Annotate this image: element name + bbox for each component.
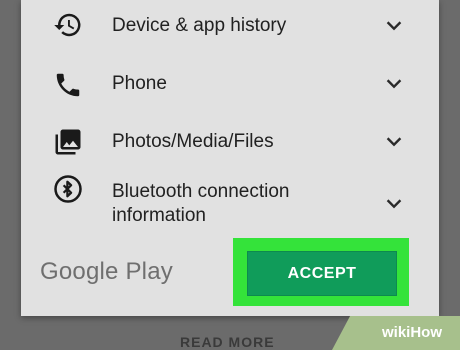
- history-icon: [53, 10, 83, 40]
- accept-button[interactable]: ACCEPT: [247, 251, 397, 296]
- permission-label: Phone: [112, 73, 167, 94]
- photos-icon: [53, 127, 83, 157]
- phone-icon: [53, 70, 83, 100]
- permission-label: Bluetooth connection information: [112, 181, 290, 226]
- bluetooth-icon: [53, 174, 83, 204]
- permission-row-phone[interactable]: Phone: [21, 60, 439, 112]
- chevron-down-icon[interactable]: [383, 130, 405, 152]
- permission-row-bluetooth[interactable]: Bluetooth connection information: [21, 172, 439, 232]
- wikihow-watermark: wikiHow: [382, 324, 443, 341]
- chevron-down-icon[interactable]: [383, 72, 405, 94]
- chevron-down-icon[interactable]: [383, 192, 405, 214]
- read-more-link[interactable]: READ MORE: [180, 334, 275, 350]
- permission-row-device-app-history[interactable]: Device & app history: [21, 0, 439, 52]
- permission-label: Photos/Media/Files: [112, 131, 274, 152]
- chevron-down-icon[interactable]: [383, 14, 405, 36]
- permission-label: Device & app history: [112, 15, 287, 36]
- google-play-logo: Google Play: [40, 258, 173, 285]
- permission-row-photos-media-files[interactable]: Photos/Media/Files: [21, 117, 439, 169]
